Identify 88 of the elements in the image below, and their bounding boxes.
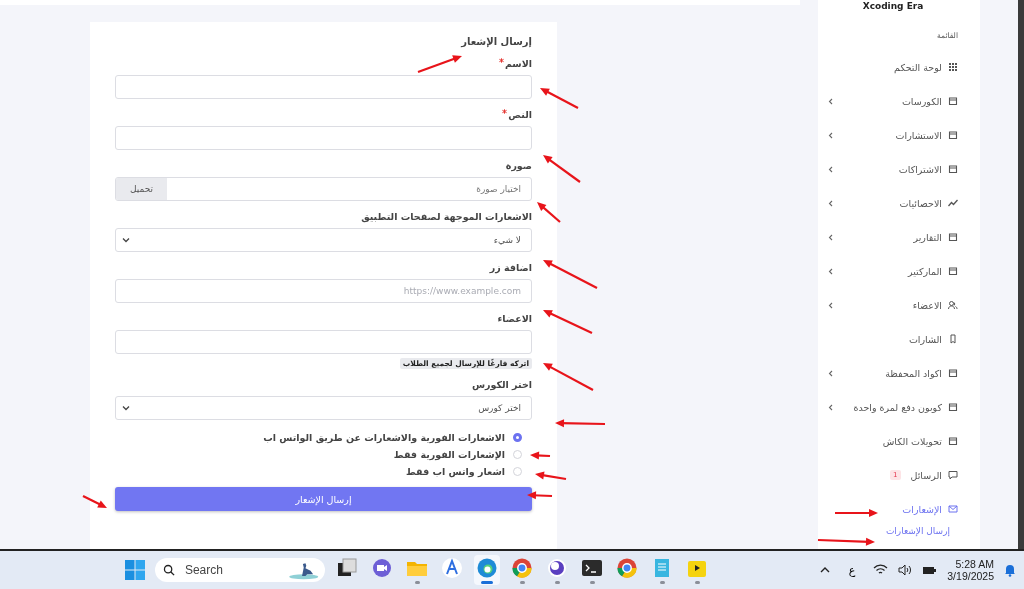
form-title: إرسال الإشعار	[459, 36, 532, 47]
grid-icon	[948, 62, 958, 72]
chevron-icon	[828, 369, 833, 377]
video-chat-icon	[371, 556, 393, 579]
sidebar-item[interactable]: الإشعارات	[828, 492, 958, 526]
field-label: الاسم	[498, 58, 532, 69]
message-icon	[948, 470, 958, 480]
input-field[interactable]	[115, 75, 532, 99]
annotation-arrow	[543, 260, 598, 289]
annotation-arrow	[530, 451, 551, 460]
chevron-icon	[828, 301, 833, 309]
input-field[interactable]	[115, 126, 532, 150]
sidebar-item[interactable]: اكواد المحفظة	[828, 356, 958, 390]
sidebar-item[interactable]: الشارات	[828, 322, 958, 356]
field-label: صورة	[505, 160, 532, 171]
search-icon	[163, 563, 175, 577]
chevron-icon	[828, 233, 833, 241]
field-label: الاعضاء	[497, 313, 532, 324]
chevron-down-icon	[122, 405, 130, 411]
annotation-arrow	[537, 202, 561, 223]
radio-option[interactable]: اشعار واتس اب فقط	[115, 466, 522, 477]
input-field[interactable]: https://www.example.com	[115, 279, 532, 303]
radio-option[interactable]: الإشعارات الفورية فقط	[115, 449, 522, 460]
field-label: اختر الكورس	[471, 379, 532, 390]
sidebar-item[interactable]: الكورسات	[828, 84, 958, 118]
wifi-icon[interactable]	[873, 564, 889, 576]
mail-icon	[948, 504, 958, 514]
search-bar[interactable]: Search	[155, 558, 325, 582]
annotation-arrow	[535, 471, 567, 481]
chevron-icon	[828, 267, 833, 275]
annotation-arrow	[543, 363, 594, 391]
input-field[interactable]	[115, 330, 532, 354]
annotation-arrow	[835, 509, 878, 517]
sidebar-item[interactable]: لوحة التحكم	[828, 50, 958, 84]
chevron-icon	[828, 131, 833, 139]
volume-icon[interactable]	[898, 564, 913, 576]
sidebar-item[interactable]: تحويلات الكاش	[828, 424, 958, 458]
annotation-arrow	[543, 310, 593, 334]
select-field[interactable]: لا شيء	[115, 228, 532, 252]
submit-button[interactable]: إرسال الإشعار	[115, 487, 532, 511]
annotation-arrow	[527, 491, 553, 500]
annotation-arrow	[817, 537, 875, 546]
search-field[interactable]: Search	[182, 562, 277, 578]
required-icon	[498, 58, 504, 63]
clock[interactable]: 5:28 AM 3/19/2025	[947, 558, 994, 582]
bell-icon[interactable]	[1004, 563, 1016, 577]
field-label: اضافة زر	[489, 262, 532, 273]
annotation-arrow	[543, 155, 581, 183]
annotation-arrow	[555, 419, 606, 428]
select-field[interactable]: اختر كورس	[115, 396, 532, 420]
sidebar-item[interactable]: الاعضاء	[828, 288, 958, 322]
annotation-arrow	[417, 55, 462, 74]
field-label: الاشعارات الموجهة لصفحات التطبيق	[361, 211, 532, 222]
edge-browser-icon	[476, 556, 498, 579]
sidebar-item[interactable]: الاستشارات	[828, 118, 958, 152]
file-input-field[interactable]: اختيار صورة تحميل	[115, 177, 532, 201]
bookmark-icon	[948, 334, 958, 344]
annotation-arrow	[82, 495, 107, 508]
sidebar-item[interactable]: الماركتير	[828, 254, 958, 288]
sidebar-item[interactable]: كوبون دفع لمرة واحدة	[828, 390, 958, 424]
trend-icon	[948, 198, 958, 208]
required-icon	[502, 109, 508, 114]
field-label: النص	[502, 109, 532, 120]
start-icon[interactable]	[124, 559, 146, 581]
scrollbar[interactable]	[1018, 0, 1024, 549]
caret-up-icon[interactable]	[818, 566, 831, 574]
chrome-browser-icon	[511, 556, 533, 579]
battery-icon[interactable]	[922, 565, 938, 575]
chevron-down-icon	[122, 237, 130, 243]
moon-app-icon	[546, 556, 568, 579]
sidebar-item[interactable]: الاشتراكات	[828, 152, 958, 186]
chevron-icon	[828, 165, 833, 173]
sidebar-item[interactable]: التقارير	[828, 220, 958, 254]
archive-icon	[948, 232, 958, 242]
chevron-icon	[828, 199, 833, 207]
store-icon	[441, 556, 463, 579]
chevron-icon	[828, 97, 833, 105]
sidebar-subitem[interactable]: إرسال الإشعارات	[828, 526, 958, 536]
archive-icon	[948, 266, 958, 276]
radio-option[interactable]: الاشعارات الفورية والاشعارات عن طريق الواتس اب	[115, 432, 522, 443]
chrome-browser-icon	[616, 556, 638, 579]
app-name: Xcoding Era	[862, 1, 924, 11]
task-view-icon	[336, 556, 358, 579]
language-indicator[interactable]: ع	[848, 563, 856, 577]
users-icon	[948, 300, 958, 310]
chevron-icon	[828, 403, 833, 411]
sidebar-item[interactable]: الاحصائيات	[828, 186, 958, 220]
annotation-arrow	[540, 88, 579, 109]
